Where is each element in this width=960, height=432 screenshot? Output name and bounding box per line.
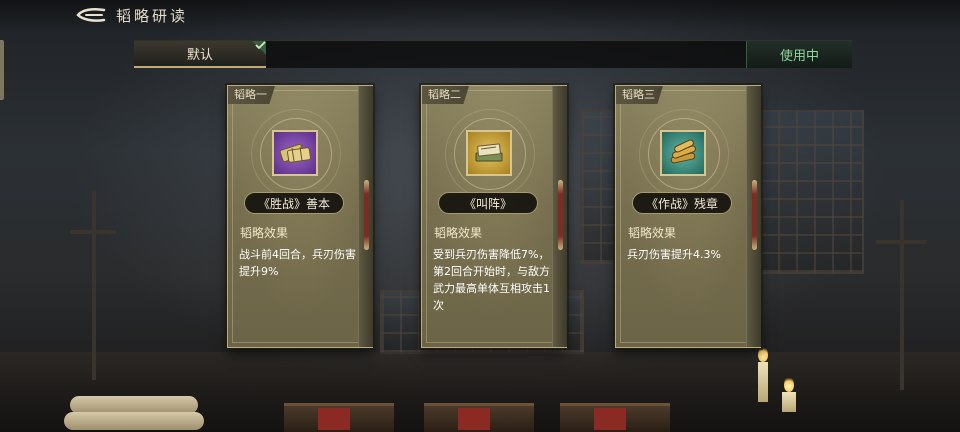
candelabra (900, 200, 904, 390)
effect-description: 战斗前4回合，兵刃伤害提升9% (239, 248, 356, 278)
strategy-name: 《叫阵》 (438, 192, 538, 214)
top-bar: 韬略研读 (0, 0, 960, 32)
candelabra (92, 190, 96, 380)
check-icon (252, 41, 266, 55)
scroll-rod (364, 180, 369, 250)
card-slot-label: 韬略三 (616, 86, 663, 104)
candle-flame (784, 376, 794, 392)
page-title: 韬略研读 (116, 7, 189, 25)
table-book (560, 403, 670, 432)
side-drawer-handle[interactable] (0, 40, 4, 100)
effect-title: 韬略效果 (240, 226, 289, 240)
back-arrow-icon (76, 7, 106, 22)
card-slot-label: 韬略一 (228, 86, 275, 104)
candle-flame (758, 346, 768, 362)
tab-bar: 默认 使用中 (134, 40, 852, 68)
scroll-rod (752, 180, 757, 250)
table-book (424, 403, 534, 432)
candle (782, 392, 796, 412)
scroll-rod (558, 180, 563, 250)
in-use-label: 使用中 (779, 49, 819, 64)
effect-title: 韬略效果 (628, 226, 677, 240)
in-use-button[interactable]: 使用中 (746, 41, 852, 68)
strategy-card[interactable]: 韬略三 《作战》残章 韬略效果 兵刃伤害提升4.3% (615, 85, 761, 348)
tab-default-label: 默认 (186, 48, 213, 63)
card-side-rail (358, 86, 373, 347)
candelabra (876, 240, 926, 244)
effect-description: 受到兵刃伤害降低7%，第2回合开始时，与敌方武力最高单体互相攻击1次 (433, 248, 550, 312)
back-button[interactable] (74, 6, 108, 26)
scroll-roll (64, 412, 204, 430)
effect-title: 韬略效果 (434, 226, 483, 240)
book-stack-icon (466, 130, 512, 176)
tab-default[interactable]: 默认 (134, 41, 266, 68)
strategy-name: 《作战》残章 (632, 192, 732, 214)
bamboo-scroll-icon (660, 130, 706, 176)
scroll-roll (70, 396, 198, 414)
card-side-rail (552, 86, 567, 347)
strategy-name: 《胜战》善本 (244, 192, 344, 214)
card-slot-label: 韬略二 (422, 86, 469, 104)
candle (758, 362, 768, 402)
effect-description: 兵刃伤害提升4.3% (627, 248, 721, 261)
bound-scroll-icon (272, 130, 318, 176)
card-side-rail (746, 86, 761, 347)
strategy-card[interactable]: 韬略一 《胜战》善本 韬略效果 战斗前4回合，兵刃伤害提升9% (227, 85, 373, 348)
table-book (284, 403, 394, 432)
strategy-card[interactable]: 韬略二 《叫阵》 韬略效果 受到兵刃伤害降低7%，第2回合开始时，与敌方武力最高… (421, 85, 567, 348)
candelabra (70, 230, 116, 234)
floor (0, 352, 960, 432)
